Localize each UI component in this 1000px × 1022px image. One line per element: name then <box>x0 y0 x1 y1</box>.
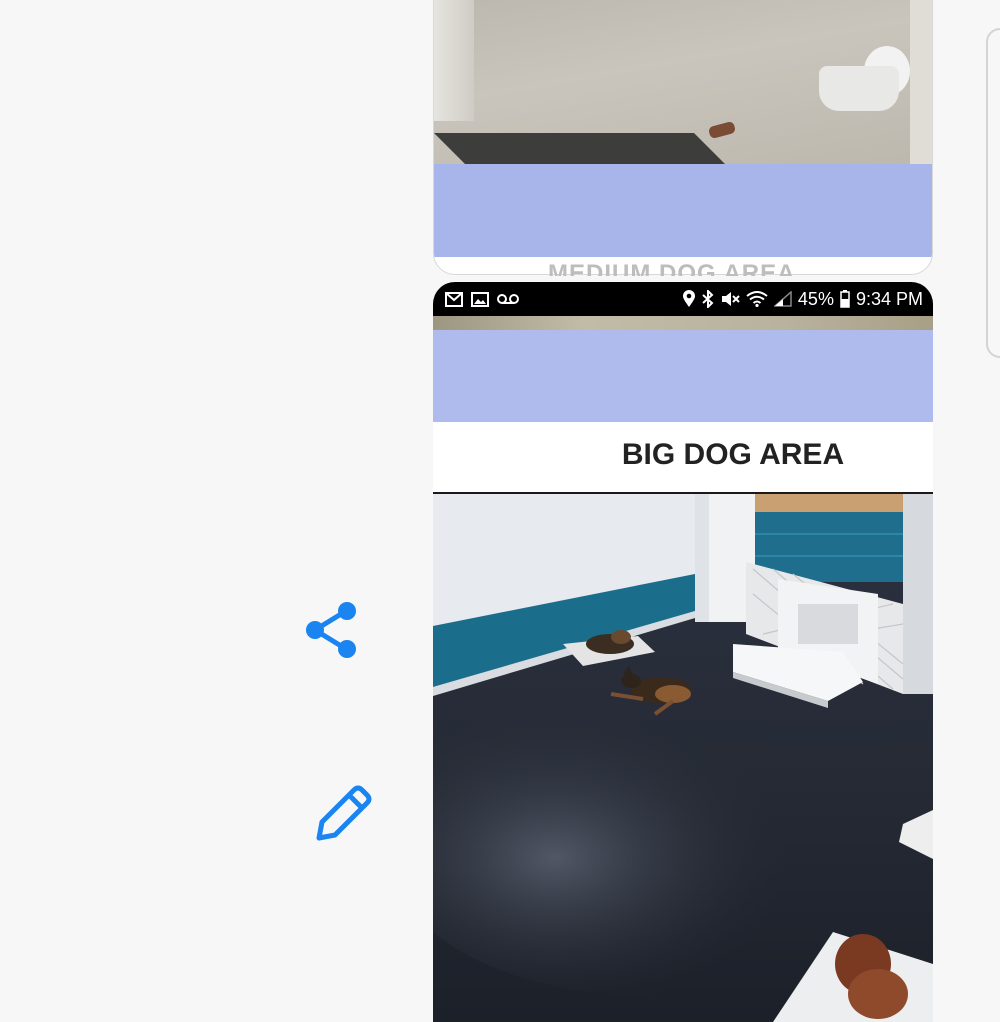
gallery-icon <box>471 291 489 307</box>
location-icon <box>682 290 696 308</box>
status-bar: 45% 9:34 PM <box>433 282 933 316</box>
camera-feed-peek <box>433 316 933 330</box>
signal-icon <box>773 291 792 307</box>
hidden-area-title: MEDIUM DOG AREA <box>548 262 796 276</box>
voicemail-icon <box>497 293 519 305</box>
share-button[interactable] <box>303 600 361 660</box>
edge-panel-handle[interactable] <box>986 28 1000 358</box>
camera-feed-previous <box>434 0 932 164</box>
title-bar: BIG DOG AREA <box>433 422 933 494</box>
gmail-icon <box>445 291 463 307</box>
header-band-previous <box>434 164 932 257</box>
status-time: 9:34 PM <box>855 288 923 309</box>
camera-feed-image <box>433 494 933 1022</box>
camera-feed[interactable] <box>433 494 933 1022</box>
mute-icon <box>720 290 740 308</box>
share-icon <box>306 602 356 658</box>
battery-percent: 45% <box>797 288 834 309</box>
screenshot-card-current[interactable]: 45% 9:34 PM BIG DOG AREA <box>433 282 933 1022</box>
bluetooth-icon <box>702 290 714 308</box>
wifi-icon <box>746 291 768 307</box>
page-title: BIG DOG AREA <box>621 438 845 471</box>
screenshot-card-previous[interactable] <box>433 0 933 275</box>
battery-icon <box>840 290 850 308</box>
header-band <box>433 330 933 422</box>
pencil-icon <box>316 785 372 841</box>
edit-button[interactable] <box>309 782 375 848</box>
